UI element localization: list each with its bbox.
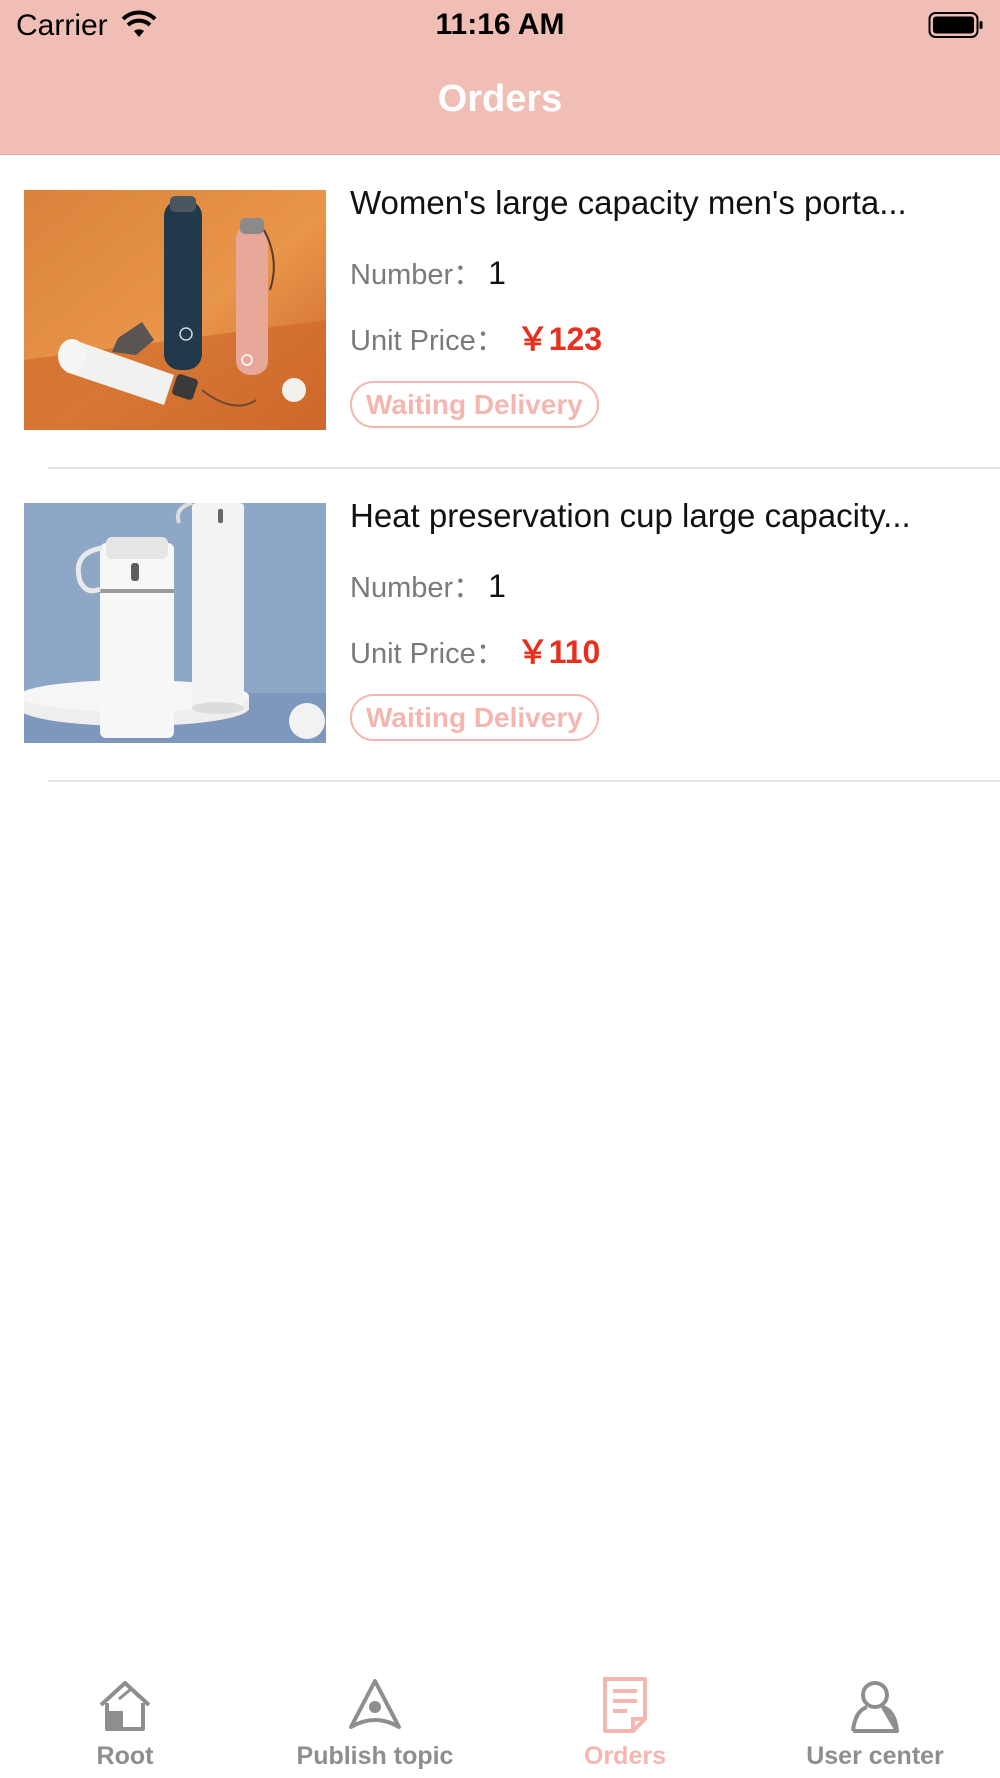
tab-label: Root xyxy=(96,1742,154,1770)
product-title: Women's large capacity men's porta... xyxy=(350,184,907,221)
tab-label: User center xyxy=(806,1742,944,1770)
product-title: Heat preservation cup large capacity... xyxy=(350,497,911,534)
publish-icon xyxy=(349,1679,401,1729)
order-list: Women's large capacity men's porta... Nu… xyxy=(0,156,1000,782)
nav-header: Carrier 11:16 AM Orders xyxy=(0,0,1000,155)
price-label: Unit Price： xyxy=(350,325,505,357)
clock: 11:16 AM xyxy=(435,8,565,41)
status-bar: Carrier 11:16 AM xyxy=(0,0,1000,50)
orders-icon xyxy=(603,1677,647,1733)
quantity-value: 1 xyxy=(488,568,506,604)
quantity-row: Number： 1 xyxy=(350,564,506,606)
order-row[interactable]: Heat preservation cup large capacity... … xyxy=(0,469,1000,782)
tab-publish-topic[interactable]: Publish topic xyxy=(250,1660,500,1778)
product-image xyxy=(24,190,326,430)
price-value: ￥123 xyxy=(516,321,603,357)
price-row: Unit Price： ￥123 xyxy=(350,314,602,360)
quantity-row: Number： 1 xyxy=(350,251,506,293)
tab-bar: Root Publish topic Orders User center xyxy=(0,1660,1000,1778)
tab-label: Orders xyxy=(584,1742,666,1770)
home-icon xyxy=(99,1681,151,1731)
price-value: ￥110 xyxy=(516,634,601,670)
tab-user-center[interactable]: User center xyxy=(750,1660,1000,1778)
user-icon xyxy=(851,1681,899,1733)
tab-root[interactable]: Root xyxy=(0,1660,250,1778)
status-badge: Waiting Delivery xyxy=(350,381,599,428)
product-image xyxy=(24,503,326,743)
order-row[interactable]: Women's large capacity men's porta... Nu… xyxy=(0,156,1000,469)
row-divider xyxy=(48,780,1000,782)
page-title: Orders xyxy=(437,78,563,120)
price-row: Unit Price： ￥110 xyxy=(350,627,600,673)
tab-orders[interactable]: Orders xyxy=(500,1660,750,1778)
product-photo-bottles xyxy=(24,190,326,430)
price-label: Unit Price： xyxy=(350,638,505,670)
quantity-label: Number： xyxy=(350,572,483,604)
status-badge: Waiting Delivery xyxy=(350,694,599,741)
battery-icon xyxy=(928,12,983,38)
product-photo-cups xyxy=(24,503,326,743)
quantity-value: 1 xyxy=(488,255,506,291)
quantity-label: Number： xyxy=(350,259,483,291)
tab-label: Publish topic xyxy=(296,1742,454,1770)
